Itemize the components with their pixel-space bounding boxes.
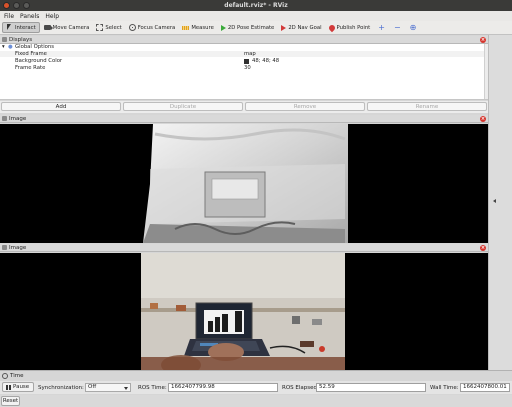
panel-icon xyxy=(2,245,7,250)
image-panel-header: Image × xyxy=(0,115,488,123)
menu-panels[interactable]: Panels xyxy=(20,13,39,20)
ros-time-label: ROS Time: xyxy=(138,385,167,391)
interact-tool-button[interactable]: Interact xyxy=(2,22,40,33)
sync-dropdown[interactable]: Off xyxy=(85,383,131,392)
tool-label: 2D Pose Estimate xyxy=(227,24,275,31)
target-icon xyxy=(128,24,136,31)
panel-icon xyxy=(2,37,7,42)
wall-time-field[interactable]: 1662407800.01 xyxy=(460,383,510,392)
time-panel-title: Time xyxy=(10,372,24,379)
sync-label: Synchronization: xyxy=(38,385,84,391)
focus-camera-tool-button[interactable]: Focus Camera xyxy=(126,22,179,33)
tool-label: Measure xyxy=(191,24,214,31)
depth-image-view[interactable] xyxy=(0,124,488,243)
tool-label: Interact xyxy=(15,24,36,31)
menu-bar: File Panels Help xyxy=(0,11,512,21)
ros-elapsed-field[interactable]: 52.59 xyxy=(316,383,426,392)
green-arrow-icon xyxy=(220,24,226,31)
ruler-icon xyxy=(182,25,190,30)
tree-row-fixed-frame[interactable]: Fixed Frame map xyxy=(0,51,488,57)
cursor-icon xyxy=(6,24,13,31)
image-panel-header: Image × xyxy=(0,244,488,252)
clock-icon xyxy=(2,372,8,379)
displays-button-row: Add Duplicate Remove Rename xyxy=(0,101,488,113)
pose-estimate-tool-button[interactable]: 2D Pose Estimate xyxy=(218,22,277,33)
tool-label: 2D Nav Goal xyxy=(288,24,322,31)
displays-panel-title: Displays xyxy=(9,36,33,43)
panel-icon xyxy=(2,116,7,121)
camera-icon xyxy=(43,25,53,30)
measure-tool-button[interactable]: Measure xyxy=(179,22,217,33)
color-image-view[interactable] xyxy=(0,253,488,375)
color-swatch xyxy=(244,58,249,64)
displays-panel-header: Displays × xyxy=(0,36,488,44)
value-text: map xyxy=(244,51,256,57)
sync-value: Off xyxy=(88,384,97,390)
red-arrow-icon xyxy=(281,24,287,31)
globe-icon: ● xyxy=(8,44,13,50)
tree-row-global-options[interactable]: ▾ ● Global Options xyxy=(0,44,488,50)
tree-row-background-color[interactable]: Background Color 48; 48; 48 xyxy=(0,58,488,64)
tool-bar: Interact Move Camera Select Focus Camera… xyxy=(0,21,512,35)
value-text: 30 xyxy=(244,65,251,71)
tree-label: Fixed Frame xyxy=(15,51,47,57)
tree-value[interactable]: 30 xyxy=(244,65,251,71)
tool-label: Select xyxy=(105,24,122,31)
add-button[interactable]: Add xyxy=(1,102,121,111)
select-tool-button[interactable]: Select xyxy=(93,22,124,33)
depth-image xyxy=(0,124,488,243)
tool-label: Publish Point xyxy=(336,24,371,31)
expand-panel-arrow-icon[interactable] xyxy=(493,199,496,203)
close-icon[interactable]: × xyxy=(480,116,486,122)
tree-label: Background Color xyxy=(15,58,63,64)
select-box-icon xyxy=(96,24,104,31)
time-panel: Pause Synchronization: Off ROS Time: 166… xyxy=(0,381,512,394)
ros-elapsed-value: 52.59 xyxy=(319,384,335,390)
add-tool-icon[interactable]: + xyxy=(374,23,389,32)
nav-goal-tool-button[interactable]: 2D Nav Goal xyxy=(278,22,324,33)
ros-elapsed-label: ROS Elapsed: xyxy=(282,385,319,391)
tree-label: Global Options xyxy=(15,44,55,50)
close-icon[interactable]: × xyxy=(480,37,486,43)
tree-value[interactable]: 48; 48; 48 xyxy=(244,58,279,64)
pause-icon xyxy=(6,384,11,390)
chevron-down-icon xyxy=(124,387,128,390)
wall-time-value: 1662407800.01 xyxy=(463,384,507,390)
expand-arrow-icon[interactable]: ▾ xyxy=(2,44,5,50)
publish-point-tool-button[interactable]: Publish Point xyxy=(326,22,374,33)
wall-time-label: Wall Time: xyxy=(430,385,459,391)
tool-label: Move Camera xyxy=(52,24,90,31)
tool-label: Focus Camera xyxy=(137,24,176,31)
pin-icon xyxy=(327,23,336,32)
tree-value[interactable]: map xyxy=(244,51,256,57)
displays-tree: ▾ ● Global Options Fixed Frame map Backg… xyxy=(0,44,488,100)
reset-button[interactable]: Reset xyxy=(1,396,20,406)
remove-button[interactable]: Remove xyxy=(245,102,365,111)
image-panel-title: Image xyxy=(9,244,27,251)
close-icon[interactable]: × xyxy=(480,245,486,251)
image-panel-title: Image xyxy=(9,115,27,122)
tree-row-frame-rate[interactable]: Frame Rate 30 xyxy=(0,65,488,71)
pause-button[interactable]: Pause xyxy=(2,382,34,392)
move-camera-tool-button[interactable]: Move Camera xyxy=(41,22,93,33)
window-title: default.rviz* - RViz xyxy=(224,2,288,9)
menu-help[interactable]: Help xyxy=(45,13,59,20)
tool-properties-icon[interactable]: ⊕ xyxy=(406,23,421,32)
remove-tool-icon[interactable]: − xyxy=(390,23,405,32)
menu-file[interactable]: File xyxy=(4,13,14,20)
time-panel-header: Time xyxy=(0,370,512,380)
ros-time-value: 1662407799.98 xyxy=(171,384,215,390)
duplicate-button[interactable]: Duplicate xyxy=(123,102,243,111)
ros-time-field[interactable]: 1662407799.98 xyxy=(168,383,278,392)
camera-image xyxy=(0,253,488,375)
right-dock-area xyxy=(488,35,512,370)
window-titlebar: default.rviz* - RViz xyxy=(0,0,512,11)
pause-label: Pause xyxy=(13,384,30,390)
rename-button[interactable]: Rename xyxy=(367,102,487,111)
tree-label: Frame Rate xyxy=(15,65,46,71)
status-bar: Reset xyxy=(0,395,512,407)
value-text: 48; 48; 48 xyxy=(252,58,280,64)
